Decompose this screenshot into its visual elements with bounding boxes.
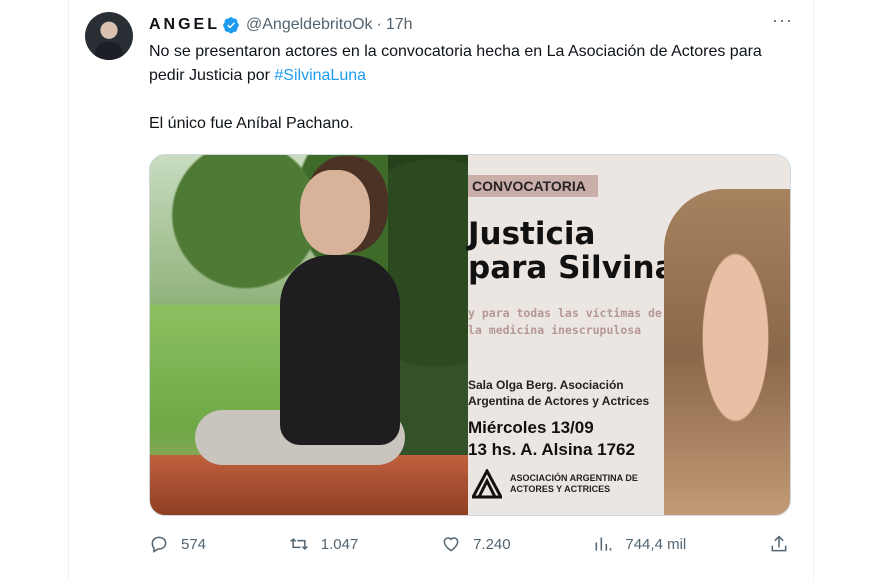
poster-place: Sala Olga Berg. Asociación Argentina de … <box>468 378 650 408</box>
poster-badge: CONVOCATORIA <box>468 175 598 197</box>
tweet-header: ANGEL @AngeldebritoOk · 17h ··· <box>149 10 797 36</box>
org-logo-icon <box>472 469 502 499</box>
poster-date: Miércoles 13/09 13 hs. A. Alsina 1762 <box>468 418 635 459</box>
like-button[interactable]: 7.240 <box>441 534 511 554</box>
retweet-icon <box>289 537 308 551</box>
poster-title: Justicia para Silvina <box>468 216 676 286</box>
tweet-text-line2: El único fue Aníbal Pachano. <box>149 115 354 132</box>
poster-subtitle: y para todas las víctimas de la medicina… <box>468 306 662 337</box>
retweet-count: 1.047 <box>320 535 359 553</box>
tweet-text: No se presentaron actores en la convocat… <box>149 40 789 136</box>
retweet-button[interactable]: 1.047 <box>289 534 359 554</box>
verified-badge-icon <box>223 17 239 34</box>
hashtag-link[interactable]: #SilvinaLuna <box>274 67 366 84</box>
poster-portrait <box>664 189 790 515</box>
reply-icon <box>151 536 167 553</box>
views-button[interactable]: 744,4 mil <box>593 534 686 554</box>
more-options-icon[interactable]: ··· <box>772 10 793 31</box>
tweet-actions: 574 1.047 7.240 744,4 mil <box>149 530 789 558</box>
views-icon <box>595 537 612 551</box>
like-count: 7.240 <box>473 535 511 553</box>
separator-dot: · <box>376 16 382 33</box>
reply-count: 574 <box>181 535 207 553</box>
reply-button[interactable]: 574 <box>149 534 206 554</box>
view-count: 744,4 mil <box>625 535 687 553</box>
tweet-media[interactable]: CONVOCATORIA Justicia para Silvina y par… <box>149 154 791 516</box>
poster-org: ASOCIACIÓN ARGENTINA DE ACTORES Y ACTRIC… <box>472 469 638 499</box>
tweet-card: ANGEL @AngeldebritoOk · 17h ··· No se pr… <box>68 0 814 580</box>
share-icon <box>771 535 787 552</box>
heart-icon <box>443 537 459 552</box>
avatar[interactable] <box>85 12 133 60</box>
author-handle[interactable]: @AngeldebritoOk <box>246 16 373 34</box>
photo-woman-garden[interactable] <box>150 155 468 515</box>
share-button[interactable] <box>769 534 789 554</box>
author-name[interactable]: ANGEL <box>149 16 220 34</box>
tweet-time[interactable]: 17h <box>386 16 413 34</box>
poster-image[interactable]: CONVOCATORIA Justicia para Silvina y par… <box>468 155 790 515</box>
tweet-text-line1: No se presentaron actores en la convocat… <box>149 43 762 84</box>
